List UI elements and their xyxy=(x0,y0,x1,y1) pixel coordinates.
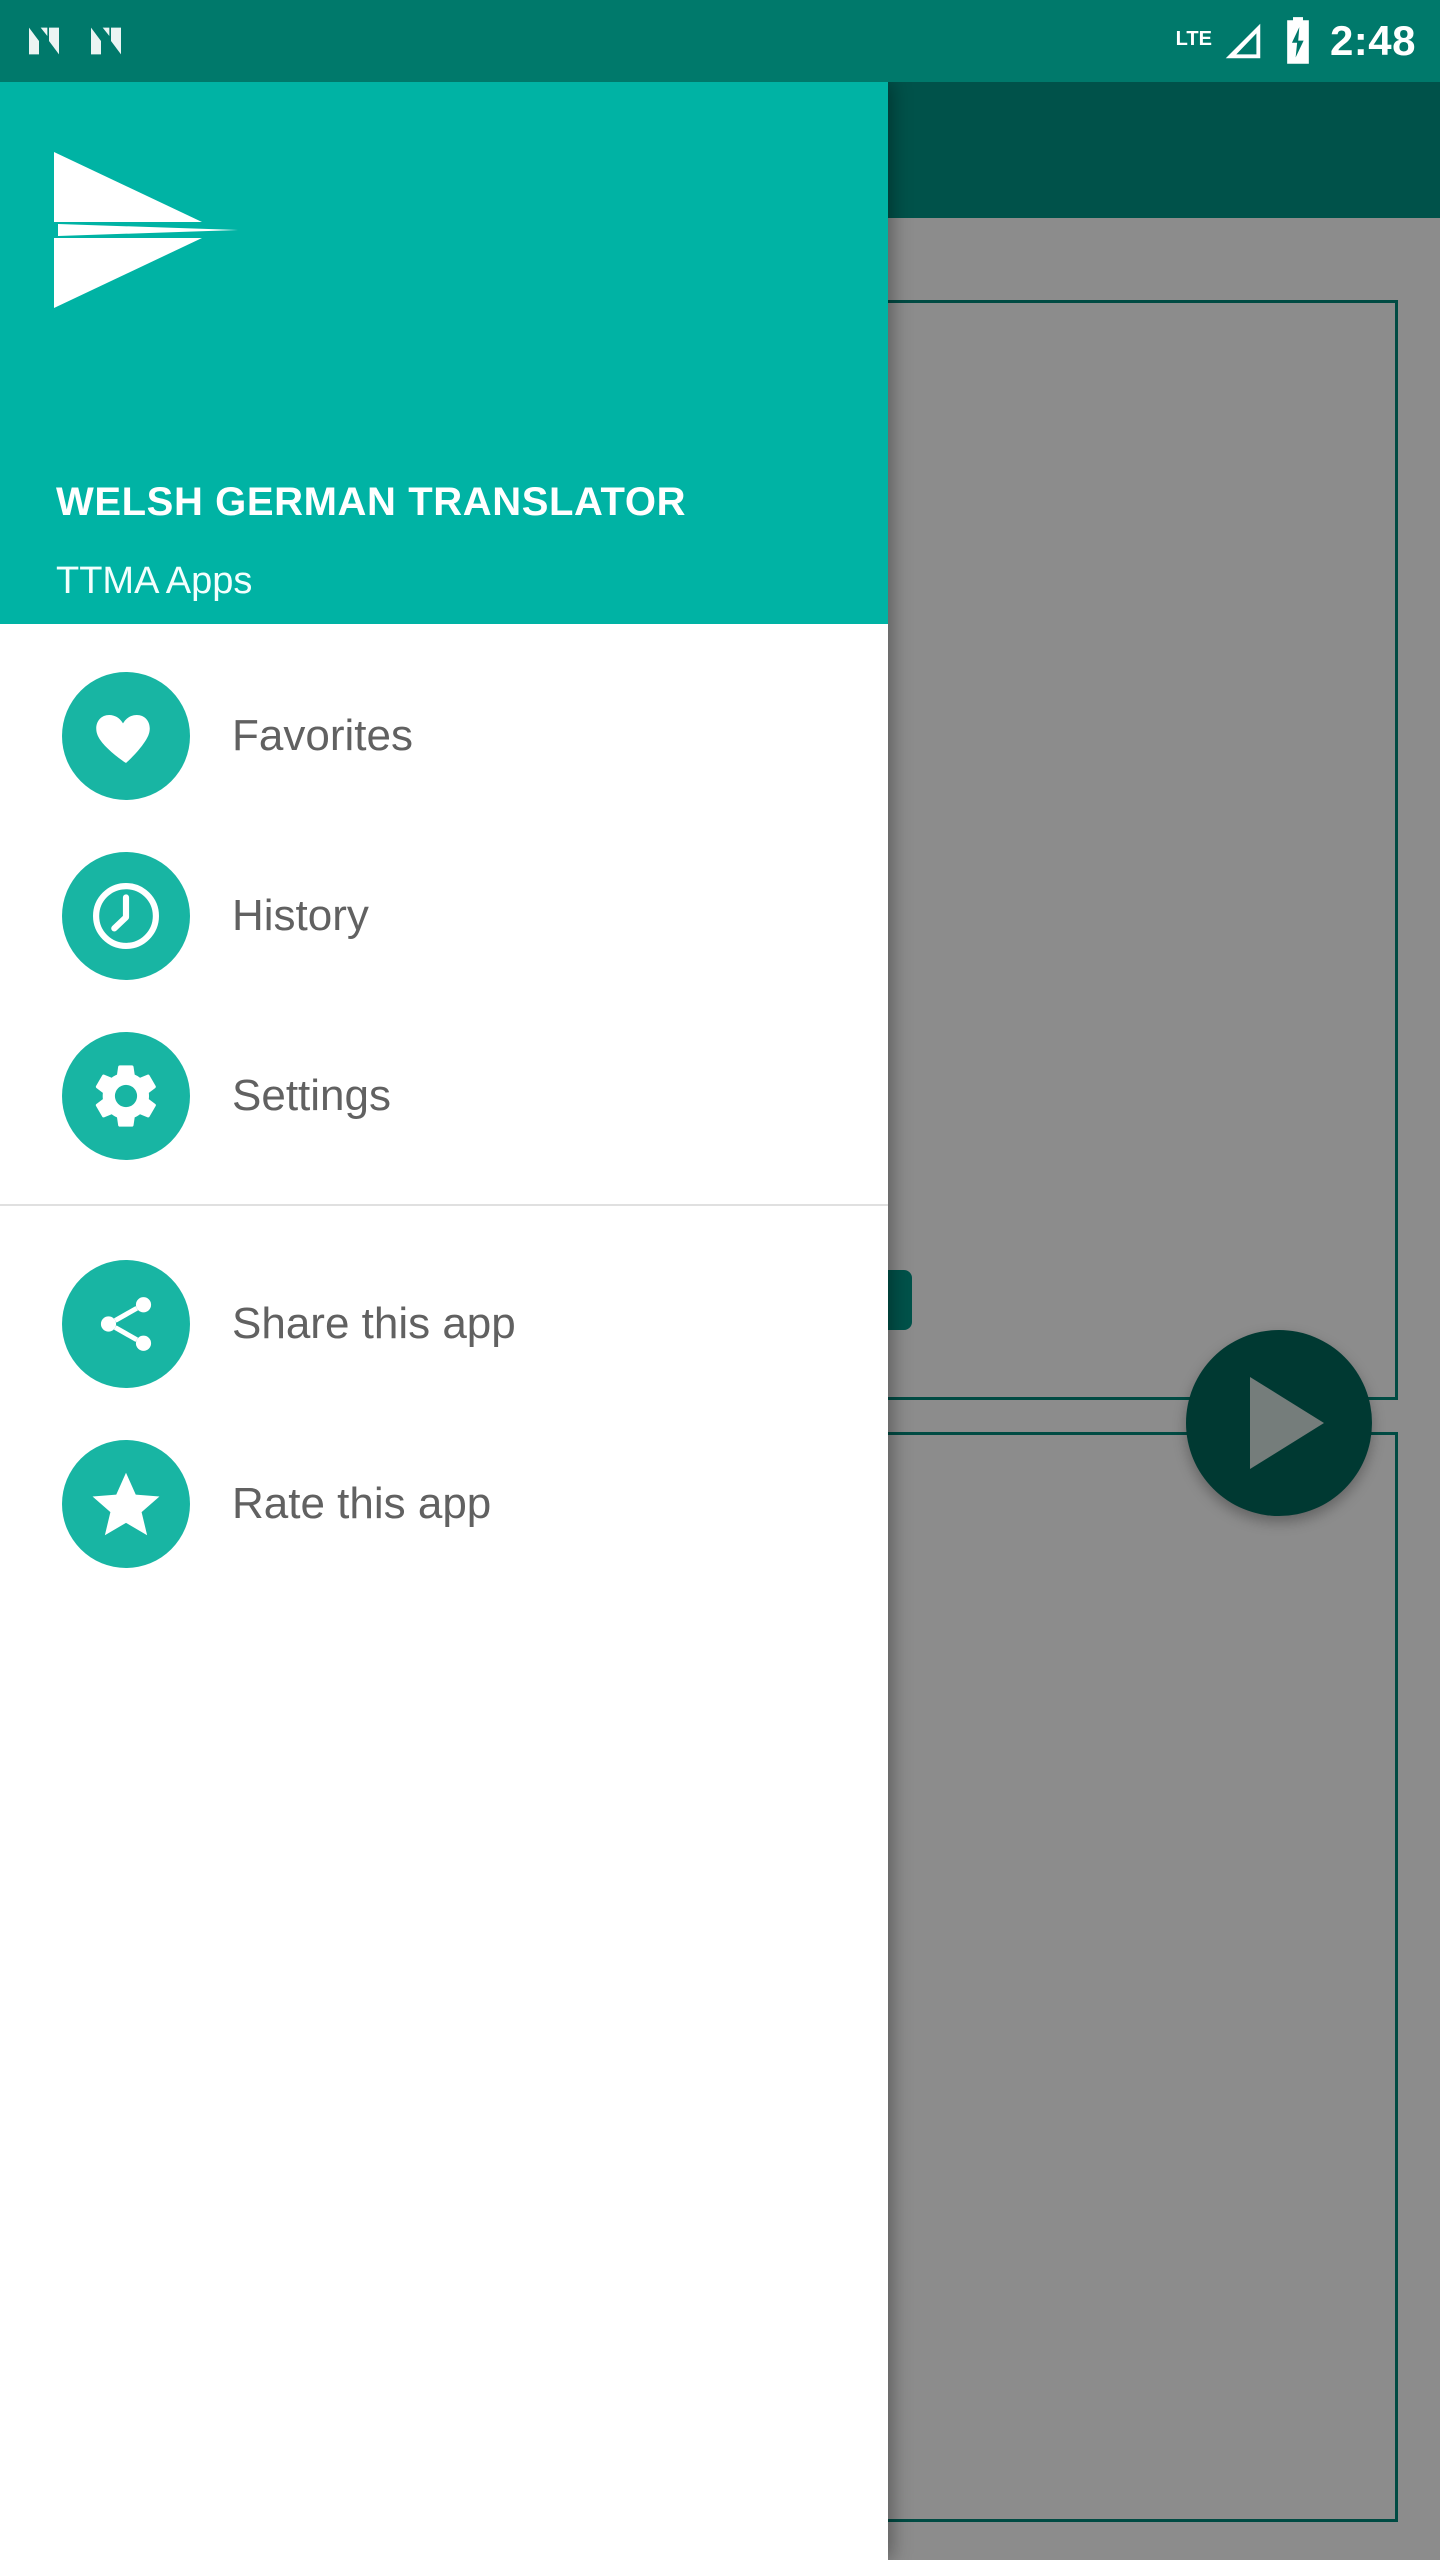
drawer-primary-list: Favorites History Settings Share this ap… xyxy=(0,624,888,1594)
drawer-item-label: Settings xyxy=(232,1071,391,1120)
drawer-item-label: Rate this app xyxy=(232,1479,492,1528)
drawer-item-label: History xyxy=(232,891,369,940)
drawer-header: WELSH GERMAN TRANSLATOR TTMA Apps xyxy=(0,82,888,624)
drawer-item-history[interactable]: History xyxy=(0,826,888,1006)
paper-plane-logo xyxy=(54,152,238,308)
n-icon-2 xyxy=(91,27,121,55)
clock-icon xyxy=(62,852,190,980)
status-bar: LTE 2:48 xyxy=(0,0,1440,82)
drawer-app-name: WELSH GERMAN TRANSLATOR xyxy=(56,480,687,524)
drawer-item-favorites[interactable]: Favorites xyxy=(0,646,888,826)
drawer-item-share-this-app[interactable]: Share this app xyxy=(0,1234,888,1414)
drawer-publisher: TTMA Apps xyxy=(56,560,253,602)
drawer-item-label: Favorites xyxy=(232,711,413,760)
heart-icon xyxy=(62,672,190,800)
drawer-divider xyxy=(0,1204,888,1206)
network-type-label: LTE xyxy=(1175,28,1212,50)
drawer-item-settings[interactable]: Settings xyxy=(0,1006,888,1186)
status-bar-left xyxy=(24,21,126,61)
status-bar-right: LTE 2:48 xyxy=(1176,15,1416,67)
gear-icon xyxy=(62,1032,190,1160)
clock-time: 2:48 xyxy=(1329,17,1416,64)
star-icon xyxy=(62,1440,190,1568)
share-icon xyxy=(62,1260,190,1388)
battery-charging-icon xyxy=(1287,17,1309,64)
signal-bars-icon xyxy=(1225,23,1261,59)
n-icon-1 xyxy=(29,27,59,55)
drawer-item-label: Share this app xyxy=(232,1299,516,1348)
navigation-drawer: WELSH GERMAN TRANSLATOR TTMA Apps Favori… xyxy=(0,82,888,2560)
drawer-item-rate-this-app[interactable]: Rate this app xyxy=(0,1414,888,1594)
